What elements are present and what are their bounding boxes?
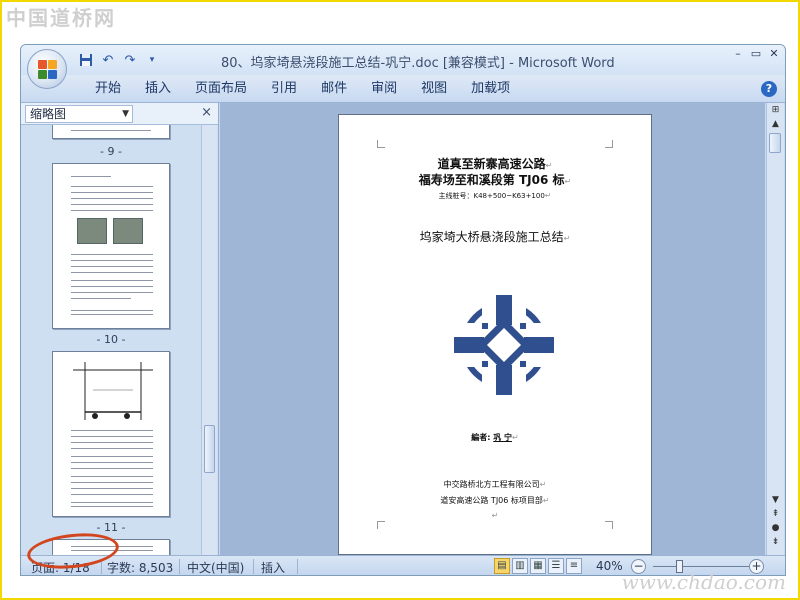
- view-buttons: ▤ ▥ ▦ ☰ ≡: [494, 558, 582, 574]
- minimize-icon[interactable]: –: [731, 47, 745, 61]
- company-logo: [452, 293, 556, 397]
- chevron-down-icon: ▼: [122, 109, 129, 119]
- ruler-toggle-icon[interactable]: ⊞: [769, 105, 782, 115]
- print-layout-icon[interactable]: ▤: [494, 558, 510, 574]
- restore-icon[interactable]: ▭: [749, 47, 763, 61]
- scroll-up-icon[interactable]: ▲: [769, 119, 782, 129]
- scroll-down-icon[interactable]: ▼: [769, 495, 782, 505]
- full-screen-reading-icon[interactable]: ▥: [512, 558, 528, 574]
- tab-mailings[interactable]: 邮件: [309, 80, 359, 98]
- tab-view[interactable]: 视图: [409, 80, 459, 98]
- status-word-count[interactable]: 字数: 8,503: [107, 559, 173, 575]
- doc-author: 編者: 巩 宁↵: [471, 433, 519, 442]
- tab-page-layout[interactable]: 页面布局: [183, 80, 259, 98]
- document-scrollbar[interactable]: ⊞ ▲ ▼ ⇞ ● ⇟: [766, 103, 784, 555]
- crop-mark: [605, 140, 613, 148]
- redo-icon[interactable]: ↷: [121, 51, 139, 69]
- zoom-slider-track[interactable]: [653, 566, 749, 567]
- doc-paragraph-mark: ↵: [491, 511, 499, 520]
- close-icon[interactable]: ✕: [767, 47, 781, 61]
- doc-chainage: 主线桩号：K48+500~K63+100↵: [438, 191, 552, 200]
- thumbnail-list: - 9 - - 10 - - 11 -: [21, 125, 201, 555]
- crop-mark: [377, 140, 385, 148]
- doc-company2: 道安高速公路 TJ06 标项目部↵: [440, 496, 550, 505]
- title-bar: ↶ ↷ ▾ 80、坞家埼悬浇段施工总结-巩宁.doc [兼容模式] - Micr…: [21, 45, 785, 75]
- window-title: 80、坞家埼悬浇段施工总结-巩宁.doc [兼容模式] - Microsoft …: [221, 56, 615, 71]
- zoom-level[interactable]: 40%: [596, 559, 623, 573]
- web-layout-icon[interactable]: ▦: [530, 558, 546, 574]
- thumbnail-page-10[interactable]: [52, 163, 170, 329]
- thumbnail-scroll-thumb[interactable]: [204, 425, 215, 473]
- customize-icon[interactable]: ▾: [143, 51, 161, 69]
- undo-icon[interactable]: ↶: [99, 51, 117, 69]
- office-logo-icon: [38, 60, 58, 80]
- watermark-top: 中国道桥网: [6, 6, 116, 30]
- doc-subtitle: 坞家埼大桥悬浇段施工总结↵: [419, 230, 571, 244]
- document-page[interactable]: 道真至新寨高速公路↵ 福寿场至和溪段第 TJ06 标↵ 主线桩号：K48+500…: [338, 114, 652, 555]
- next-page-icon[interactable]: ⇟: [769, 537, 782, 547]
- outline-view-icon[interactable]: ☰: [548, 558, 564, 574]
- thumbnail-label-9: - 9 -: [100, 145, 122, 158]
- tab-references[interactable]: 引用: [259, 80, 309, 98]
- thumbnail-scrollbar[interactable]: [201, 125, 217, 555]
- save-icon[interactable]: [77, 51, 95, 69]
- thumbnail-pane: 缩略图 ▼ × - 9 - - 10 - - 11 -: [21, 103, 219, 555]
- browse-object-icon[interactable]: ●: [769, 523, 782, 533]
- help-icon[interactable]: ?: [761, 81, 777, 97]
- thumbnail-page-11[interactable]: [52, 351, 170, 517]
- previous-page-icon[interactable]: ⇞: [769, 509, 782, 519]
- document-canvas: 道真至新寨高速公路↵ 福寿场至和溪段第 TJ06 标↵ 主线桩号：K48+500…: [220, 103, 765, 555]
- thumbnail-header: 缩略图 ▼ ×: [21, 103, 218, 125]
- thumbnail-page-9[interactable]: [52, 125, 170, 139]
- word-window: ↶ ↷ ▾ 80、坞家埼悬浇段施工总结-巩宁.doc [兼容模式] - Micr…: [20, 44, 786, 576]
- tab-home[interactable]: 开始: [83, 80, 133, 98]
- photo-thumbnail: [77, 218, 107, 244]
- thumbnail-label-11: - 11 -: [96, 521, 126, 534]
- watermark-bottom: www.chdao.com: [621, 570, 786, 594]
- tab-review[interactable]: 审阅: [359, 80, 409, 98]
- status-insert-mode[interactable]: 插入: [261, 559, 285, 575]
- thumbnail-dropdown-label: 缩略图: [30, 107, 67, 121]
- tab-add-ins[interactable]: 加载项: [459, 80, 522, 98]
- status-language[interactable]: 中文(中国): [187, 559, 244, 575]
- quick-access-toolbar: ↶ ↷ ▾: [77, 50, 161, 70]
- doc-heading-line2: 福寿场至和溪段第 TJ06 标↵: [418, 173, 572, 187]
- office-button[interactable]: [27, 49, 67, 89]
- tab-insert[interactable]: 插入: [133, 80, 183, 98]
- crop-mark: [605, 521, 613, 529]
- thumbnail-view-dropdown[interactable]: 缩略图 ▼: [25, 105, 133, 123]
- ribbon-tabs: 开始 插入 页面布局 引用 邮件 审阅 视图 加载项 ?: [21, 75, 785, 103]
- thumbnail-label-10: - 10 -: [96, 333, 126, 346]
- draft-view-icon[interactable]: ≡: [566, 558, 582, 574]
- photo-thumbnail: [113, 218, 143, 244]
- close-icon[interactable]: ×: [201, 105, 212, 120]
- window-controls: – ▭ ✕: [731, 47, 781, 61]
- doc-heading-line1: 道真至新寨高速公路↵: [437, 157, 553, 171]
- crop-mark: [377, 521, 385, 529]
- doc-company1: 中交路桥北方工程有限公司↵: [443, 480, 547, 489]
- structure-drawing: [73, 362, 153, 420]
- document-scroll-thumb[interactable]: [769, 133, 781, 153]
